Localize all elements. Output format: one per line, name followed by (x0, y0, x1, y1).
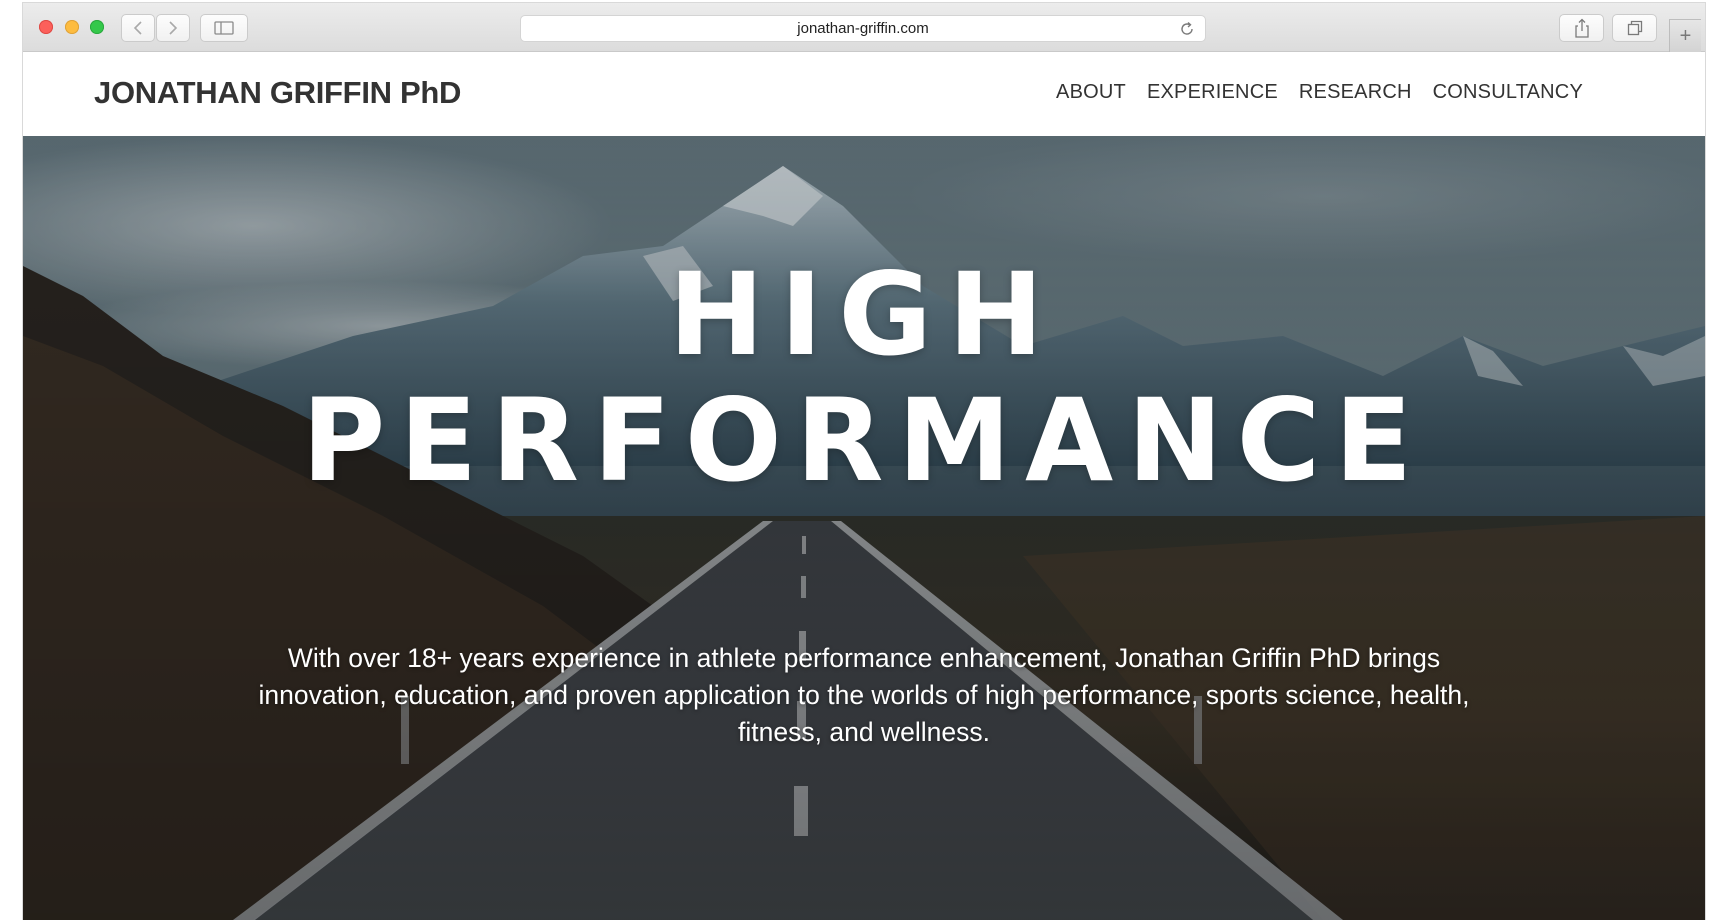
site-header: JONATHAN GRIFFIN PhD ABOUT EXPERIENCE RE… (23, 52, 1705, 136)
close-window-button[interactable] (39, 20, 53, 34)
nav-research[interactable]: RESEARCH (1299, 81, 1412, 104)
address-bar[interactable]: jonathan-griffin.com (520, 15, 1206, 42)
nav-consultancy[interactable]: CONSULTANCY (1433, 81, 1583, 104)
main-nav: ABOUT EXPERIENCE RESEARCH CONSULTANCY (1056, 81, 1583, 104)
browser-toolbar: jonathan-griffin.com + (23, 3, 1705, 52)
show-tabs-button[interactable] (1612, 14, 1657, 42)
forward-button[interactable] (156, 14, 190, 42)
tabs-icon (1627, 20, 1642, 36)
hero-description: With over 18+ years experience in athlet… (258, 642, 1470, 747)
minimize-window-button[interactable] (65, 20, 79, 34)
back-button[interactable] (121, 14, 155, 42)
nav-about[interactable]: ABOUT (1056, 81, 1126, 104)
share-icon (1574, 18, 1589, 38)
reload-icon[interactable] (1179, 21, 1195, 37)
nav-experience[interactable]: EXPERIENCE (1147, 81, 1278, 104)
zoom-window-button[interactable] (90, 20, 104, 34)
chevron-right-icon (169, 21, 178, 35)
browser-window: jonathan-griffin.com + JONATHAN GRIFFIN … (23, 3, 1705, 920)
plus-icon: + (1679, 24, 1692, 47)
new-tab-button[interactable]: + (1669, 19, 1701, 52)
hero-title-line-1: HIGH (668, 248, 1060, 381)
hero-section: HIGH PERFORMANCE With over 18+ years exp… (23, 136, 1705, 920)
chevron-left-icon (133, 21, 142, 35)
site-logo[interactable]: JONATHAN GRIFFIN PhD (94, 75, 461, 111)
url-text: jonathan-griffin.com (797, 20, 929, 37)
sidebar-icon (214, 21, 234, 35)
share-button[interactable] (1559, 14, 1604, 42)
hero-title-line-2: PERFORMANCE (301, 374, 1427, 507)
sidebar-button[interactable] (200, 14, 248, 42)
